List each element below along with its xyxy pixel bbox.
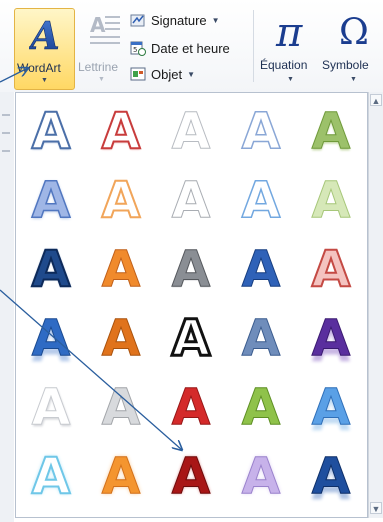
lettrine-button[interactable]: A Lettrine ▼ <box>76 8 126 90</box>
objet-button[interactable]: Objet ▼ <box>130 64 195 84</box>
drop-cap-icon: A <box>90 13 120 44</box>
symbole-label: Symbole <box>322 58 369 72</box>
wordart-label: WordArt <box>17 61 61 75</box>
wordart-style-orange-bold[interactable]: A <box>92 308 150 368</box>
svg-text:A: A <box>90 13 106 37</box>
wordart-style-orange-outline[interactable]: A <box>92 170 150 230</box>
wordart-style-orange-solid[interactable]: A <box>92 239 150 299</box>
chevron-down-icon: ▼ <box>350 76 357 83</box>
wordart-style-green-gradient-bold[interactable]: A <box>232 377 290 437</box>
gallery-scrollbar[interactable]: ▲ ▼ <box>368 92 383 518</box>
wordart-style-blue-reflection[interactable]: A <box>22 308 80 368</box>
wordart-style-blue-reflection-2[interactable]: A <box>302 377 360 437</box>
chevron-down-icon: ▼ <box>187 69 195 79</box>
wordart-button[interactable]: A WordArt ▼ <box>14 8 75 90</box>
wordart-style-white-shadow[interactable]: A <box>22 377 80 437</box>
symbole-button[interactable]: Ω Symbole ▼ <box>322 8 383 90</box>
wordart-style-green-gradient[interactable]: A <box>302 101 360 161</box>
wordart-style-red-gradient[interactable]: A <box>162 377 220 437</box>
equation-label: Équation <box>260 58 308 72</box>
date-heure-button[interactable]: 5 Date et heure <box>130 38 230 58</box>
wordart-style-gray-outline[interactable]: A <box>162 170 220 230</box>
signature-label: Signature <box>151 12 207 28</box>
wordart-style-black-outline[interactable]: A <box>162 308 220 369</box>
equation-button[interactable]: π Équation ▼ <box>258 8 322 90</box>
wordart-style-lavender-glow[interactable]: A <box>232 446 290 506</box>
omega-icon: Ω <box>339 12 369 53</box>
objet-label: Objet <box>151 66 183 82</box>
wordart-style-blue-soft[interactable]: A <box>22 170 80 230</box>
calendar-clock-icon: 5 <box>130 40 146 56</box>
wordart-style-red-outline-double[interactable]: A <box>302 239 360 299</box>
wordart-style-purple-reflection[interactable]: A <box>302 308 360 368</box>
chevron-down-icon: ▼ <box>98 76 105 83</box>
ribbon: A WordArt ▼ A Lettrine ▼ Signature ▼ 5 D… <box>0 0 383 92</box>
document-edge <box>0 92 14 522</box>
signature-button[interactable]: Signature ▼ <box>130 10 220 30</box>
wordart-style-steel-blue[interactable]: A <box>232 308 290 368</box>
object-icon <box>130 66 146 82</box>
wordart-style-dark-blue-solid[interactable]: A <box>22 239 80 299</box>
svg-text:A: A <box>29 15 60 55</box>
wordart-style-light-gray-outline[interactable]: A <box>162 101 220 161</box>
wordart-style-pale-blue-outline[interactable]: A <box>232 101 290 161</box>
wordart-style-red-outline[interactable]: A <box>92 101 150 161</box>
signature-icon <box>130 12 146 28</box>
wordart-style-gray-metallic[interactable]: A <box>162 239 220 299</box>
wordart-icon: A <box>29 15 60 55</box>
wordart-gallery: AAAAAAAAAAAAAAAAAAAAAAAAAAAAAA <box>15 92 368 518</box>
wordart-style-blue-outline[interactable]: A <box>22 101 80 161</box>
scroll-up-arrow-icon[interactable]: ▲ <box>370 94 382 106</box>
ribbon-separator <box>253 10 254 82</box>
scroll-down-arrow-icon[interactable]: ▼ <box>370 502 382 514</box>
wordart-style-light-blue-outline[interactable]: A <box>232 170 290 230</box>
wordart-style-light-blue-glow[interactable]: A <box>22 446 80 506</box>
pi-icon: π <box>276 10 303 56</box>
lettrine-label: Lettrine <box>78 60 119 74</box>
svg-text:5: 5 <box>133 46 137 54</box>
wordart-style-blue-gradient[interactable]: A <box>232 239 290 299</box>
chevron-down-icon: ▼ <box>211 15 220 25</box>
chevron-down-icon: ▼ <box>41 77 48 84</box>
chevron-down-icon: ▼ <box>287 76 294 83</box>
wordart-style-light-green[interactable]: A <box>302 170 360 230</box>
wordart-style-dark-red-glow[interactable]: A <box>162 446 220 506</box>
date-heure-label: Date et heure <box>151 40 230 56</box>
wordart-style-orange-glow[interactable]: A <box>92 446 150 506</box>
wordart-style-navy-reflection[interactable]: A <box>302 446 360 506</box>
wordart-style-gray-shadow[interactable]: A <box>92 377 150 437</box>
